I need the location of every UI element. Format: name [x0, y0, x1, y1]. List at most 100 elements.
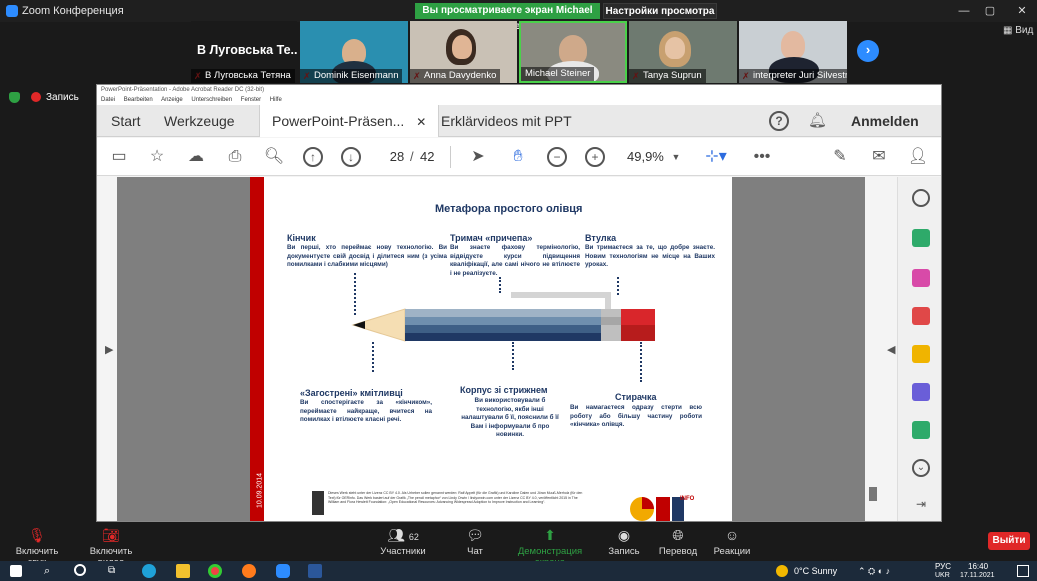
maximize-icon[interactable]: ▢	[978, 3, 1002, 19]
close-icon[interactable]: ✕	[1010, 3, 1034, 19]
participant-tile[interactable]: В Луговська Те... ✗ В Луговська Тетяна	[191, 21, 297, 83]
edit-pdf-icon[interactable]	[912, 229, 930, 247]
menu-item[interactable]: Hilfe	[270, 97, 282, 103]
participants-icon: 👥︎ 62	[387, 527, 419, 543]
participant-tile[interactable]: ✗ Tanya Suprun	[629, 21, 737, 83]
cortana-icon[interactable]	[74, 564, 86, 576]
tray-icons[interactable]: ⌃ ⛭ ◐ ♪	[858, 566, 890, 577]
participant-tile[interactable]: ✗ Dominik Eisenmann	[300, 21, 408, 83]
chevron-down-icon[interactable]: ▼	[671, 147, 681, 167]
next-page-arrow-icon[interactable]: ›	[857, 40, 879, 62]
edge-icon[interactable]	[142, 564, 156, 578]
view-button[interactable]: ▦ Вид	[1003, 25, 1033, 36]
sign-in-button[interactable]: Anmelden	[851, 105, 919, 137]
zoom-app-title: Zoom Конференция	[22, 5, 124, 17]
star-icon[interactable]: ☆	[147, 147, 167, 167]
notifications-icon[interactable]	[1017, 565, 1029, 577]
acrobat-tools-panel: ⌄ ⇥	[897, 177, 941, 521]
collapse-right-icon[interactable]: ⇥	[912, 497, 930, 515]
word-icon[interactable]	[308, 564, 322, 578]
next-page-icon[interactable]: ↓	[341, 147, 361, 167]
share-screen-icon: ⬆	[544, 527, 556, 543]
clock-time[interactable]: 16:40	[968, 562, 988, 571]
weather-text[interactable]: 0°C Sunny	[794, 566, 837, 576]
zoom-in-icon[interactable]: +	[585, 147, 605, 167]
menu-item[interactable]: Unterschreiben	[191, 97, 232, 103]
zoom-level-select[interactable]: 49,9%	[627, 147, 664, 167]
menu-item[interactable]: Datei	[101, 97, 115, 103]
zoom-search-icon[interactable]: 🔍︎	[263, 147, 285, 167]
tab-start[interactable]: Start	[111, 105, 141, 137]
tab-document-label: PowerPoint-Präsen...	[272, 113, 405, 129]
chat-button[interactable]: 💬︎ Чат	[460, 526, 490, 557]
fit-page-icon[interactable]: ⊹▾	[703, 147, 729, 167]
prev-arrow-icon[interactable]: ▶	[105, 343, 113, 356]
task-view-icon[interactable]: ⧉	[108, 564, 122, 578]
cloud-upload-icon[interactable]: ☁	[185, 147, 207, 167]
clock-date[interactable]: 17.11.2021	[960, 572, 995, 579]
sign-pen-icon[interactable]: ✎	[829, 147, 851, 167]
cc-license-badge	[312, 491, 324, 515]
participant-face	[665, 37, 685, 59]
more-options-icon[interactable]: •••	[751, 147, 773, 167]
cursor-select-icon[interactable]: ➤	[469, 147, 487, 167]
search-icon[interactable]: ⌕	[44, 564, 58, 578]
windows-start-icon[interactable]	[10, 565, 22, 577]
participant-big-name: В Луговська Те...	[197, 43, 297, 57]
tab-tools[interactable]: Werkzeuge	[164, 105, 235, 137]
zoom-taskbar-icon[interactable]	[276, 564, 290, 578]
record-circle-icon: ◉	[617, 527, 631, 543]
participants-button[interactable]: 👥︎ 62 Участники	[378, 526, 428, 557]
close-tab-icon[interactable]: ✕	[416, 115, 426, 129]
expand-icon[interactable]: ⌄	[912, 459, 930, 477]
language-indicator-1[interactable]: РУС	[935, 562, 951, 571]
shavings-heading: «Загострені» кмітливці	[300, 388, 403, 398]
participant-tile[interactable]: ✗ interpreter Juri Silvestr...	[739, 21, 847, 83]
create-pdf-icon[interactable]	[912, 307, 930, 325]
record-button[interactable]: ◉ Запись	[606, 526, 642, 557]
view-options-button[interactable]: Настройки просмотра ⌄	[603, 3, 717, 33]
pencil-body-stripe	[405, 333, 601, 341]
tab-document-active[interactable]: PowerPoint-Präsen... ✕	[259, 105, 440, 137]
file-explorer-icon[interactable]	[176, 564, 190, 578]
scrollbar-thumb[interactable]	[869, 487, 877, 501]
interpretation-button[interactable]: 🌐︎ Перевод	[656, 526, 700, 557]
collapse-panel-icon[interactable]: ◀	[887, 343, 895, 356]
prev-page-icon[interactable]: ↑	[303, 147, 323, 167]
bell-icon[interactable]: 🔔︎	[808, 105, 827, 137]
pencil-body-stripe	[405, 317, 601, 325]
leave-meeting-button[interactable]: Выйти	[988, 532, 1030, 550]
chrome-icon[interactable]	[208, 564, 222, 578]
oer-logo: INFO	[630, 496, 695, 521]
compress-pdf-icon[interactable]	[912, 421, 930, 439]
zoom-tool-icon[interactable]	[912, 189, 930, 207]
menu-item[interactable]: Anzeige	[161, 97, 183, 103]
export-pdf-icon[interactable]	[912, 383, 930, 401]
firefox-icon[interactable]	[242, 564, 256, 578]
weather-icon	[776, 565, 788, 577]
toolbar-divider	[450, 146, 451, 168]
zoom-out-icon[interactable]: −	[547, 147, 567, 167]
grid-icon: ▦	[1003, 25, 1016, 36]
eraser-text: Ви намагаєтеся одразу стерти всю роботу …	[570, 404, 702, 428]
organize-pages-icon[interactable]	[912, 269, 930, 287]
minimize-icon[interactable]: —	[952, 3, 976, 19]
body-heading: Корпус зі стрижнем	[460, 385, 548, 395]
menu-item[interactable]: Bearbeiten	[124, 97, 153, 103]
chat-label: Чат	[467, 546, 483, 557]
help-icon[interactable]: ?	[769, 111, 789, 131]
menu-item[interactable]: Fenster	[241, 97, 261, 103]
dotted-connector	[499, 277, 501, 293]
language-indicator-2[interactable]: UKR	[935, 572, 950, 579]
hand-tool-icon[interactable]: ✋︎	[507, 147, 529, 167]
mail-icon[interactable]: ✉	[868, 147, 890, 167]
add-user-icon[interactable]: 👤︎	[907, 147, 929, 167]
participant-tile-active[interactable]: Michael Steiner	[519, 21, 627, 83]
reactions-button[interactable]: ☺ Реакции	[712, 526, 752, 557]
comment-icon[interactable]	[912, 345, 930, 363]
print-icon[interactable]: ⎙	[224, 147, 246, 167]
save-icon[interactable]: ▭	[109, 147, 129, 167]
dotted-connector	[617, 277, 619, 295]
participant-tile[interactable]: ✗ Anna Davydenko	[410, 21, 517, 83]
tab-document[interactable]: Erklärvideos mit PPT	[441, 105, 572, 137]
